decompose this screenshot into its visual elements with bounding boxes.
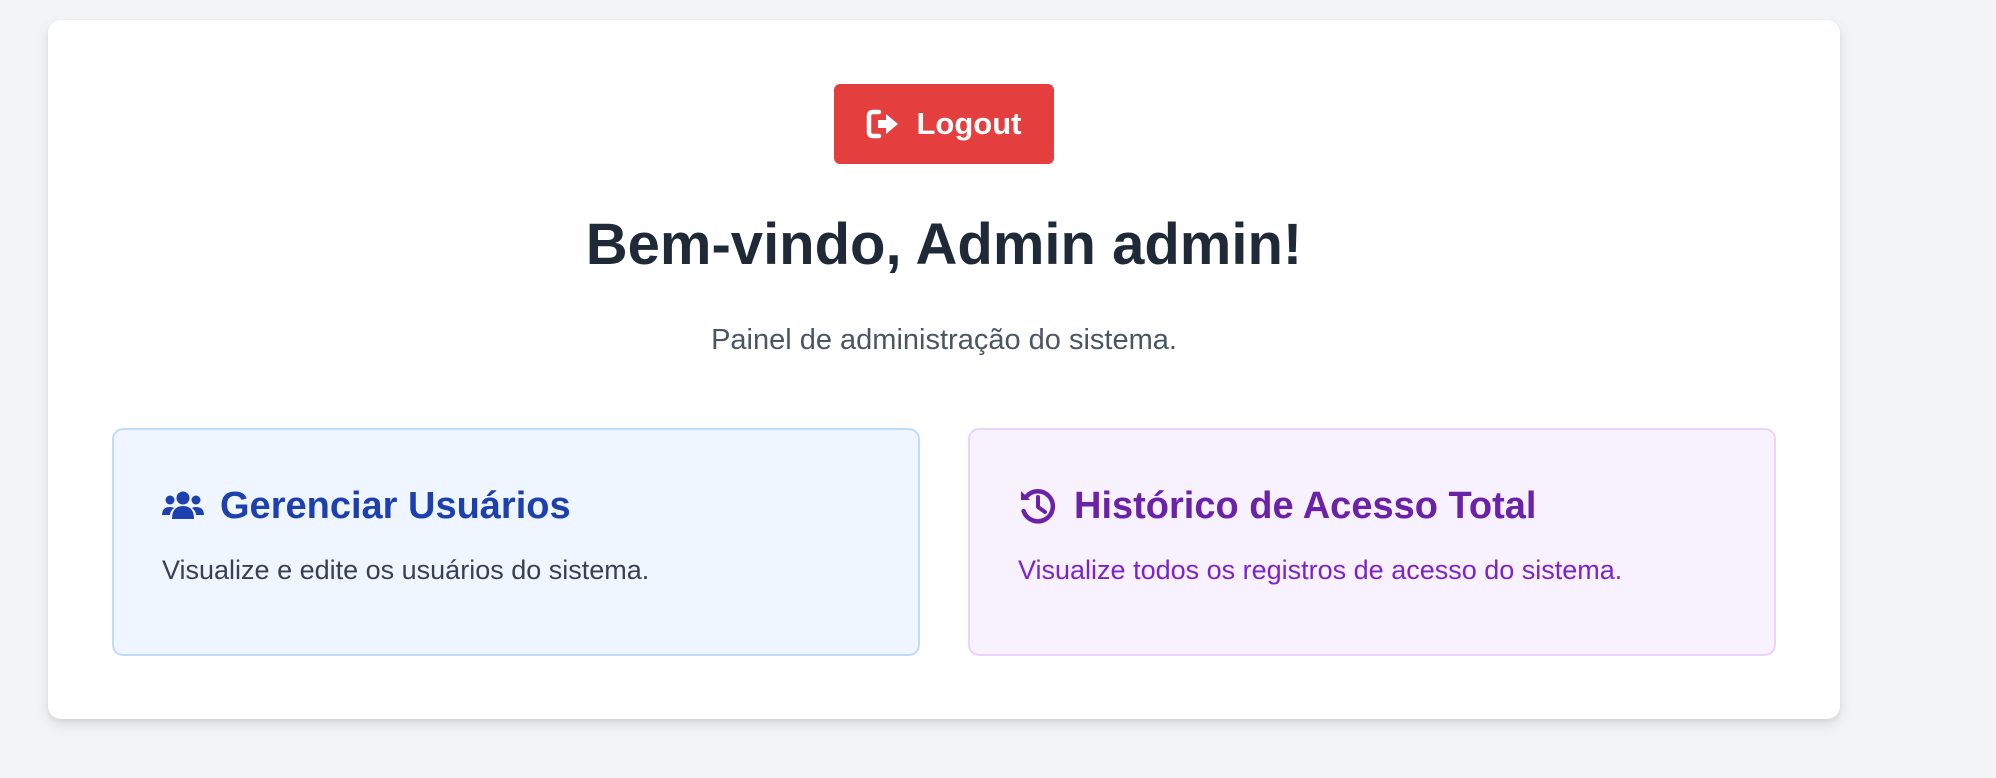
manage-users-header: Gerenciar Usuários [162, 482, 571, 530]
access-history-card[interactable]: Histórico de Acesso Total Visualize todo… [968, 428, 1776, 656]
logout-button[interactable]: Logout [834, 84, 1054, 164]
logout-label: Logout [916, 106, 1022, 141]
access-history-header: Histórico de Acesso Total [1018, 482, 1536, 530]
page-subtitle: Painel de administração do sistema. [711, 324, 1177, 356]
manage-users-description: Visualize e edite os usuários do sistema… [162, 555, 650, 585]
manage-users-card[interactable]: Gerenciar Usuários Visualize e edite os … [112, 428, 920, 656]
access-history-title: Histórico de Acesso Total [1074, 485, 1537, 527]
users-icon [162, 490, 204, 522]
dashboard-card: Logout Bem-vindo, Admin admin! Painel de… [48, 20, 1840, 719]
page-title: Bem-vindo, Admin admin! [585, 212, 1303, 277]
access-history-description: Visualize todos os registros de acesso d… [1018, 555, 1623, 585]
history-icon [1018, 486, 1058, 526]
sign-out-icon [866, 109, 900, 139]
manage-users-title: Gerenciar Usuários [220, 485, 571, 527]
